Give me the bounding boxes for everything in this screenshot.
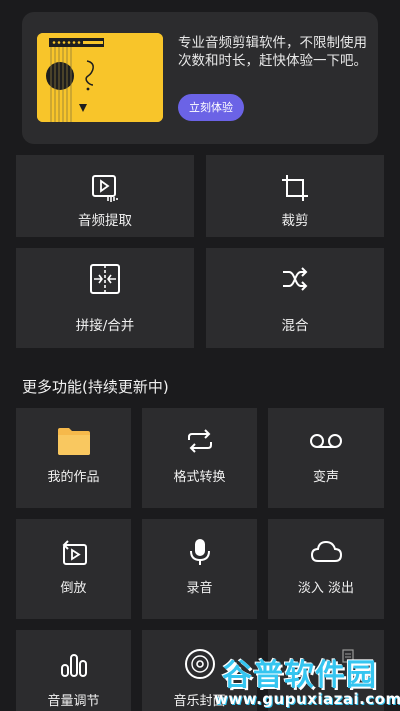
folder-icon (57, 426, 91, 460)
tool-mix[interactable]: 混合 (206, 248, 384, 348)
tool-label: 混合 (281, 318, 309, 334)
video-audio-extract-icon (90, 173, 120, 207)
guitar-illustration (37, 33, 163, 122)
shuffle-mix-icon (280, 264, 310, 298)
try-now-button[interactable]: 立刻体验 (178, 94, 244, 121)
repeat-icon (185, 428, 215, 458)
more-features-title: 更多功能(持续更新中) (22, 378, 169, 396)
tool-audio-extract[interactable]: 音频提取 (16, 155, 194, 237)
feature-label: 变声 (312, 470, 339, 485)
tool-label: 音频提取 (78, 213, 132, 229)
feature-label: 倒放 (60, 581, 87, 596)
watermark-url: www.gupuxiazai.com (214, 690, 400, 708)
merge-icon (88, 262, 122, 300)
volume-bars-icon (59, 652, 89, 682)
crop-icon (280, 173, 310, 207)
tool-crop[interactable]: 裁剪 (206, 155, 384, 237)
feature-label: 录音 (186, 581, 213, 596)
site-watermark: 谷普软件园 www.gupuxiazai.com (214, 648, 400, 711)
reverse-play-icon (59, 539, 89, 571)
feature-label: 我的作品 (47, 470, 100, 485)
feature-fade[interactable]: 淡入 淡出 (268, 519, 384, 619)
cloud-icon (309, 539, 343, 569)
feature-my-works[interactable]: 我的作品 (16, 408, 131, 508)
feature-label: 淡入 淡出 (297, 581, 355, 596)
promo-banner[interactable]: 专业音频剪辑软件，不限制使用次数和时长，赶快体验一下吧。 立刻体验 (22, 12, 378, 144)
feature-reverse[interactable]: 倒放 (16, 519, 131, 619)
feature-label: 格式转换 (173, 470, 226, 485)
tool-merge[interactable]: 拼接/合并 (16, 248, 194, 348)
tool-label: 拼接/合并 (75, 318, 135, 334)
watermark-title: 谷普软件园 (222, 658, 377, 693)
voicemail-icon (309, 432, 343, 454)
tool-label: 裁剪 (281, 213, 309, 229)
microphone-icon (188, 537, 212, 571)
feature-volume[interactable]: 音量调节 (16, 630, 131, 711)
feature-label: 音量调节 (47, 694, 100, 709)
feature-record[interactable]: 录音 (142, 519, 257, 619)
feature-format-convert[interactable]: 格式转换 (142, 408, 257, 508)
disc-icon (184, 648, 216, 684)
banner-description: 专业音频剪辑软件，不限制使用次数和时长，赶快体验一下吧。 (178, 35, 367, 69)
feature-voice-change[interactable]: 变声 (268, 408, 384, 508)
